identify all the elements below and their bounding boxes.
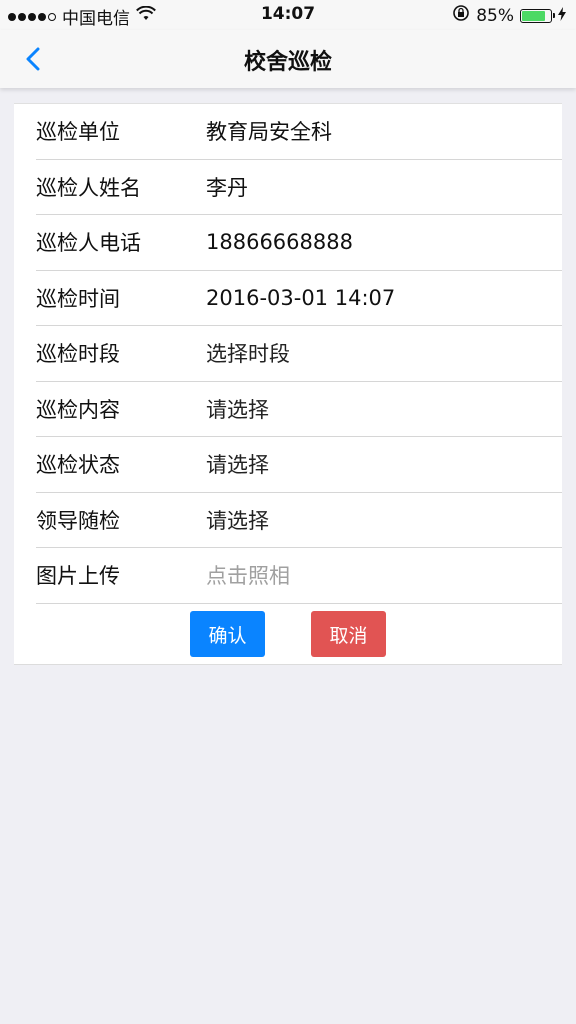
status-select[interactable]: 请选择: [206, 449, 269, 479]
row-label: 巡检人电话: [36, 231, 141, 256]
form-row-content[interactable]: 巡检内容 请选择: [36, 382, 562, 437]
form-row-inspector-phone: 巡检人电话 18866668888: [36, 215, 562, 271]
row-label: 巡检单位: [36, 120, 120, 145]
row-label: 巡检人姓名: [36, 175, 141, 200]
form-row-status[interactable]: 巡检状态 请选择: [36, 437, 562, 493]
content-select[interactable]: 请选择: [206, 394, 269, 424]
leader-select[interactable]: 请选择: [206, 505, 269, 535]
form-row-time-period[interactable]: 巡检时段 选择时段: [36, 326, 562, 382]
rotation-lock-icon: [452, 4, 470, 27]
form-row-photo-upload[interactable]: 图片上传 点击照相: [36, 548, 562, 604]
form-row-inspector-name: 巡检人姓名 李丹: [36, 160, 562, 215]
row-label: 图片上传: [36, 564, 120, 589]
row-label: 巡检时间: [36, 286, 120, 311]
cancel-button[interactable]: 取消: [311, 611, 386, 657]
row-label: 领导随检: [36, 508, 120, 533]
form-row-leader[interactable]: 领导随检 请选择: [36, 493, 562, 548]
battery-icon: [520, 8, 555, 23]
row-label: 巡检时段: [36, 342, 120, 367]
nav-bar: 校舍巡检: [0, 30, 576, 88]
inspection-form: 巡检单位 教育局安全科 巡检人姓名 李丹 巡检人电话 18866668888 巡…: [14, 103, 562, 665]
unit-value[interactable]: 教育局安全科: [206, 116, 332, 146]
inspector-name-value[interactable]: 李丹: [206, 172, 248, 202]
inspector-phone-value[interactable]: 18866668888: [206, 230, 353, 254]
page-title: 校舍巡检: [243, 50, 332, 75]
row-label: 巡检内容: [36, 397, 120, 422]
confirm-button[interactable]: 确认: [190, 611, 265, 657]
photo-upload-button[interactable]: 点击照相: [206, 560, 290, 590]
time-period-select[interactable]: 选择时段: [206, 338, 290, 368]
action-buttons: 确认 取消: [14, 611, 562, 657]
row-label: 巡检状态: [36, 453, 120, 478]
status-right: 85%: [452, 4, 566, 27]
form-row-inspection-time: 巡检时间 2016-03-01 14:07: [36, 271, 562, 326]
inspection-time-value[interactable]: 2016-03-01 14:07: [206, 286, 395, 310]
form-row-unit: 巡检单位 教育局安全科: [36, 104, 562, 160]
battery-percent: 85%: [476, 5, 514, 26]
status-bar: 中国电信 14:07 85%: [0, 0, 576, 30]
charging-bolt-icon: [558, 6, 566, 26]
